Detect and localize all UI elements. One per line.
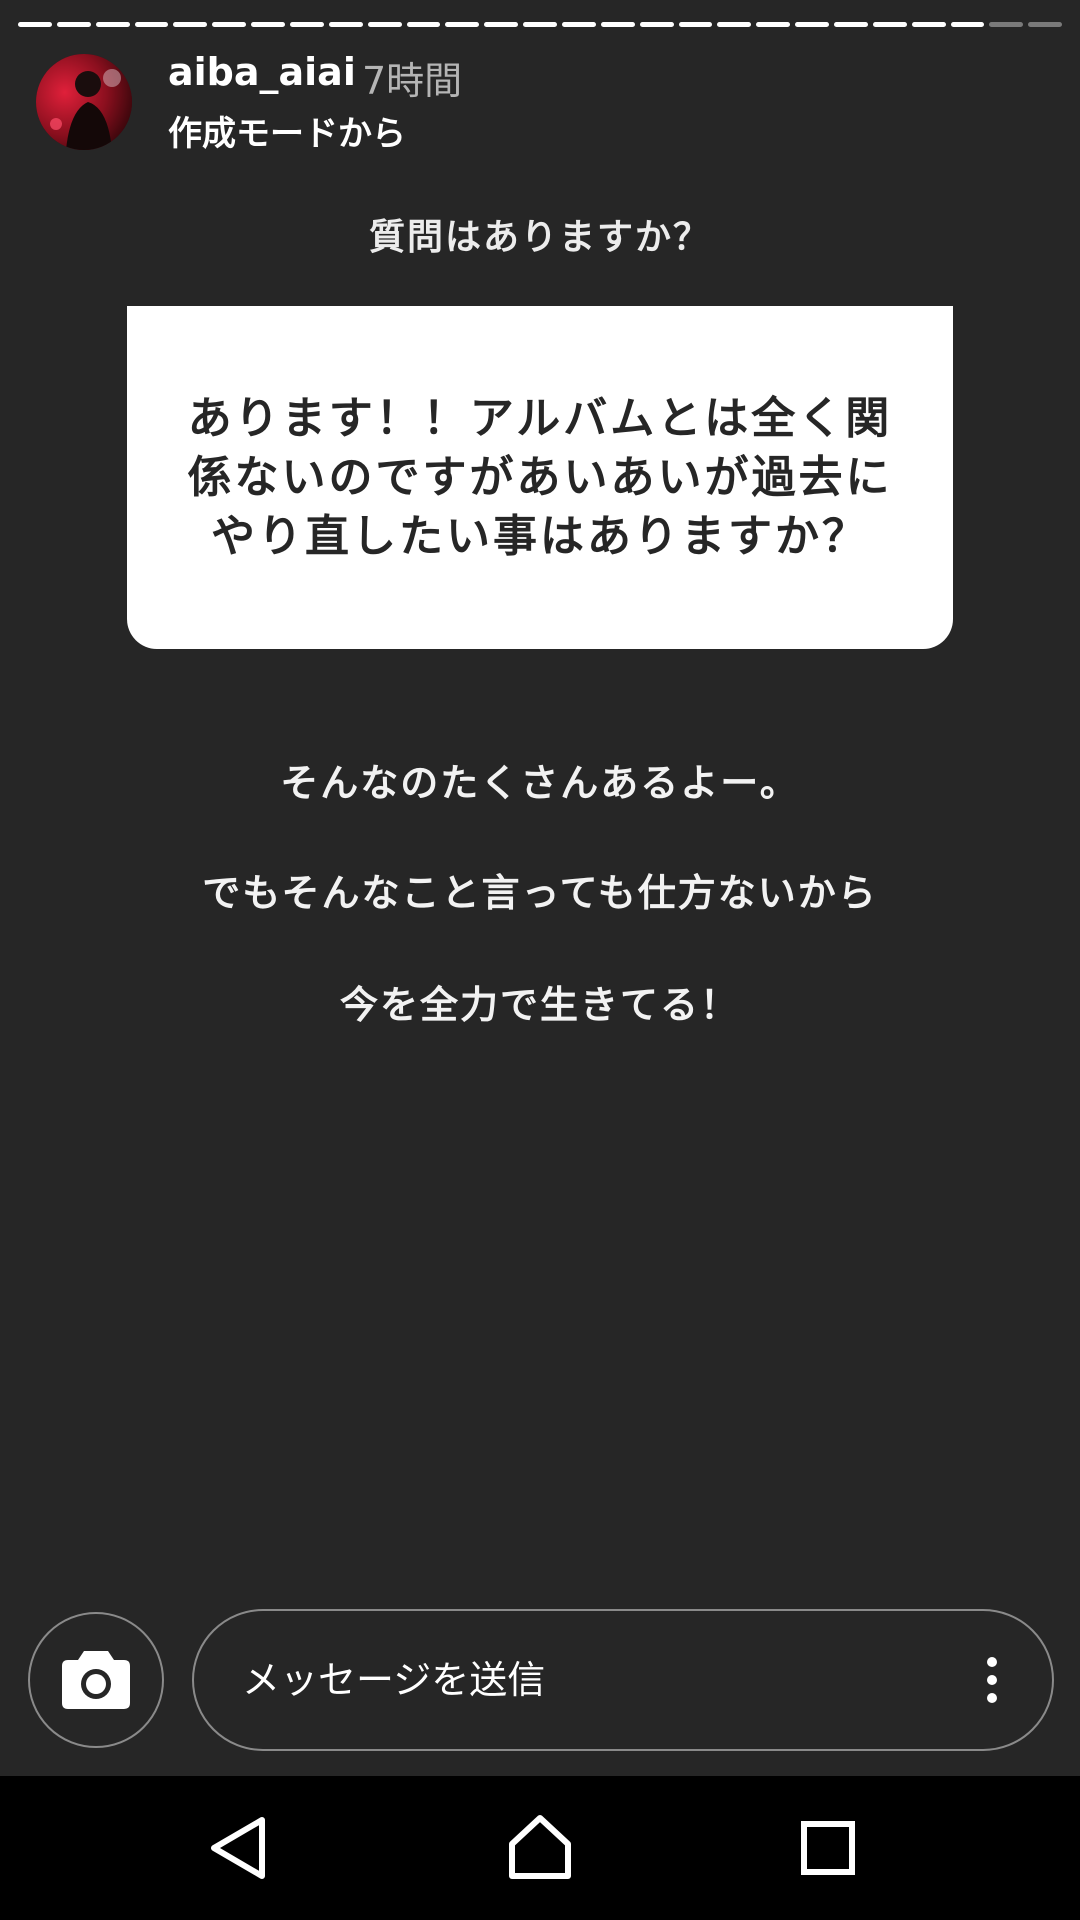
story-progress-segment: [639, 22, 674, 27]
story-progress-segment: [18, 22, 52, 27]
story-progress-segment: [678, 22, 713, 27]
answer-line-1: そんなのたくさんあるよー。: [280, 761, 800, 805]
answer-line-2: でもそんなこと言っても仕方ないから: [202, 871, 878, 915]
avatar[interactable]: [36, 54, 132, 150]
story-progress-segment: [406, 22, 441, 27]
recents-square-icon[interactable]: [788, 1808, 868, 1888]
more-vertical-icon[interactable]: [982, 1657, 1002, 1703]
story-progress-segment: [290, 22, 324, 27]
story-progress-segment: [795, 22, 830, 27]
question-sticker-card: あります！！アルバムとは全く関係ないのですがあいあいが過去にやり直したい事はあり…: [127, 306, 953, 649]
story-progress-segment: [911, 22, 946, 27]
story-progress-segment: [562, 22, 596, 27]
story-subtitle: 作成モードから: [168, 114, 406, 154]
story-username[interactable]: aiba_aiai: [168, 50, 356, 94]
story-progress-segment: [328, 22, 363, 27]
story-progress-segment: [1028, 22, 1063, 27]
story-progress-segment: [756, 22, 791, 27]
story-timestamp: 7時間: [362, 59, 463, 103]
system-navigation-bar: [0, 1776, 1080, 1920]
story-progress-segment: [484, 22, 519, 27]
send-message-input[interactable]: メッセージを送信: [192, 1609, 1054, 1751]
home-icon[interactable]: [500, 1808, 580, 1888]
story-progress-segment: [600, 22, 635, 27]
story-progress-bar: [18, 22, 1063, 27]
story-progress-segment: [134, 22, 169, 27]
avatar-image: [36, 54, 132, 150]
story-progress-segment: [95, 22, 130, 27]
story-progress-segment: [173, 22, 208, 27]
back-triangle-icon[interactable]: [200, 1808, 280, 1888]
camera-button[interactable]: [28, 1612, 164, 1748]
story-progress-segment: [717, 22, 752, 27]
story-progress-segment: [872, 22, 907, 27]
story-viewer[interactable]: aiba_aiai 7時間 作成モードから 質問はありますか？ あります！！アル…: [0, 0, 1080, 1920]
story-progress-segment: [56, 22, 91, 27]
story-progress-segment: [950, 22, 985, 27]
story-progress-segment: [251, 22, 286, 27]
story-progress-segment: [445, 22, 480, 27]
story-progress-segment: [212, 22, 247, 27]
question-text: あります！！アルバムとは全く関係ないのですがあいあいが過去にやり直したい事はあり…: [187, 393, 893, 562]
story-progress-segment: [367, 22, 402, 27]
question-sticker-header: 質問はありますか？: [368, 217, 711, 258]
send-message-placeholder: メッセージを送信: [242, 1658, 546, 1702]
answer-line-3: 今を全力で生きてる！: [339, 983, 740, 1027]
camera-icon: [62, 1651, 130, 1709]
story-progress-segment: [989, 22, 1024, 27]
story-progress-segment: [834, 22, 868, 27]
story-progress-segment: [523, 22, 558, 27]
